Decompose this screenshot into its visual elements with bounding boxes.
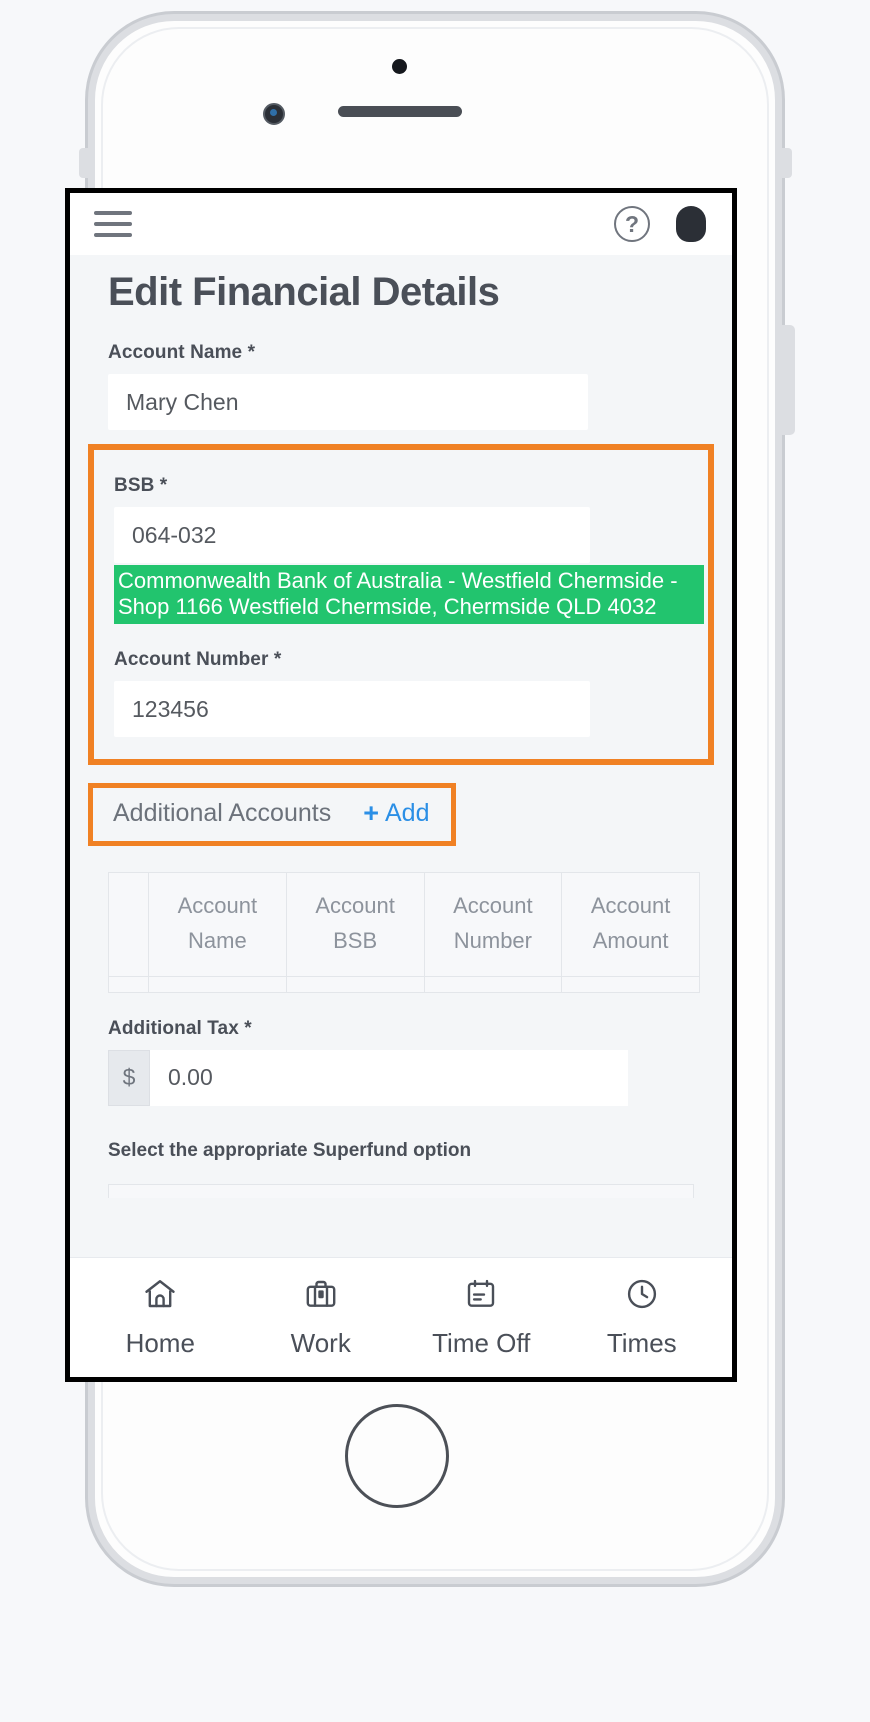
bsb-input[interactable] xyxy=(114,507,590,563)
nav-item-time-off[interactable]: Time Off xyxy=(406,1276,556,1359)
table-body-empty xyxy=(108,975,700,993)
field-bsb: BSB * Commonwealth Bank of Australia - W… xyxy=(94,475,708,625)
add-account-button[interactable]: + Add xyxy=(363,798,429,829)
nav-item-times[interactable]: Times xyxy=(567,1276,717,1359)
additional-tax-input[interactable] xyxy=(150,1049,628,1106)
table-row xyxy=(108,975,700,993)
nav-item-home[interactable]: Home xyxy=(85,1276,235,1359)
phone-earpiece-speaker xyxy=(338,106,462,117)
table-cell xyxy=(285,975,425,993)
hamburger-line xyxy=(94,211,132,215)
phone-power-button[interactable] xyxy=(782,325,795,435)
phone-side-button-small[interactable] xyxy=(781,148,792,178)
table-cell xyxy=(108,975,149,993)
camera-lens-highlight xyxy=(270,109,277,116)
app-viewport: ? Edit Financial Details Account Name * … xyxy=(70,193,732,1377)
help-circle-icon[interactable]: ? xyxy=(614,206,650,242)
hamburger-line xyxy=(94,233,132,237)
table-cell xyxy=(561,975,700,993)
superfund-options-partial[interactable] xyxy=(108,1183,694,1198)
account-name-label: Account Name * xyxy=(108,342,256,363)
currency-prefix: $ xyxy=(108,1049,150,1106)
nav-label-work: Work xyxy=(290,1328,351,1358)
plus-icon: + xyxy=(363,798,379,829)
phone-screen: ? Edit Financial Details Account Name * … xyxy=(65,188,737,1382)
add-account-label: Add xyxy=(384,799,430,828)
bsb-lookup-result: Commonwealth Bank of Australia - Westfie… xyxy=(114,565,704,625)
clock-icon xyxy=(624,1276,660,1317)
highlight-box-additional-accounts: Additional Accounts + Add xyxy=(88,783,714,847)
page-title: Edit Financial Details xyxy=(108,270,500,314)
nav-label-times: Times xyxy=(606,1328,677,1358)
calendar-notes-icon xyxy=(463,1276,499,1317)
table-header-account-bsb: Account BSB xyxy=(285,872,425,977)
additional-tax-label: Additional Tax * xyxy=(108,1017,252,1039)
table-header-account-name: Account Name xyxy=(148,872,287,977)
form-scroll-area[interactable]: Edit Financial Details Account Name * BS… xyxy=(70,255,732,1257)
table-cell xyxy=(148,975,287,993)
additional-accounts-bar: Additional Accounts + Add xyxy=(88,783,457,847)
table-header-account-number: Account Number xyxy=(423,872,563,977)
table-head: Account Name Account BSB Account Number … xyxy=(108,872,700,977)
nav-label-time-off: Time Off xyxy=(432,1328,531,1358)
additional-accounts-label: Additional Accounts xyxy=(113,799,332,828)
field-account-number: Account Number * xyxy=(94,649,708,738)
account-name-input[interactable] xyxy=(108,374,588,430)
hamburger-menu-icon[interactable] xyxy=(94,209,132,239)
phone-mute-switch[interactable] xyxy=(79,148,90,178)
field-additional-tax: Additional Tax * $ xyxy=(70,1018,732,1106)
bsb-label: BSB * xyxy=(114,475,168,496)
hamburger-line xyxy=(94,222,132,226)
additional-accounts-table-wrap: Account Name Account BSB Account Number … xyxy=(70,846,732,993)
phone-front-camera xyxy=(263,103,285,125)
briefcase-icon xyxy=(303,1276,339,1317)
account-number-label: Account Number * xyxy=(114,649,282,671)
field-account-name: Account Name * xyxy=(70,342,732,430)
home-icon xyxy=(142,1276,178,1317)
table-header-select xyxy=(108,872,149,977)
superfund-section-label: Select the appropriate Superfund option xyxy=(108,1139,472,1161)
nav-label-home: Home xyxy=(125,1328,195,1358)
table-header-account-amount: Account Amount xyxy=(561,872,700,977)
app-top-bar: ? xyxy=(70,193,732,255)
bottom-navigation-bar: Home Work Time Off Times xyxy=(70,1257,732,1377)
additional-tax-input-group: $ xyxy=(108,1049,628,1106)
additional-accounts-table: Account Name Account BSB Account Number … xyxy=(108,872,700,993)
user-avatar[interactable] xyxy=(676,206,706,242)
phone-home-button[interactable] xyxy=(345,1404,449,1508)
phone-top-sensor-dot xyxy=(392,59,407,74)
account-number-input[interactable] xyxy=(114,681,590,738)
table-cell xyxy=(423,975,563,993)
table-header-row: Account Name Account BSB Account Number … xyxy=(108,872,700,977)
nav-item-work[interactable]: Work xyxy=(246,1276,396,1359)
highlight-box-bank-details: BSB * Commonwealth Bank of Australia - W… xyxy=(88,444,714,766)
